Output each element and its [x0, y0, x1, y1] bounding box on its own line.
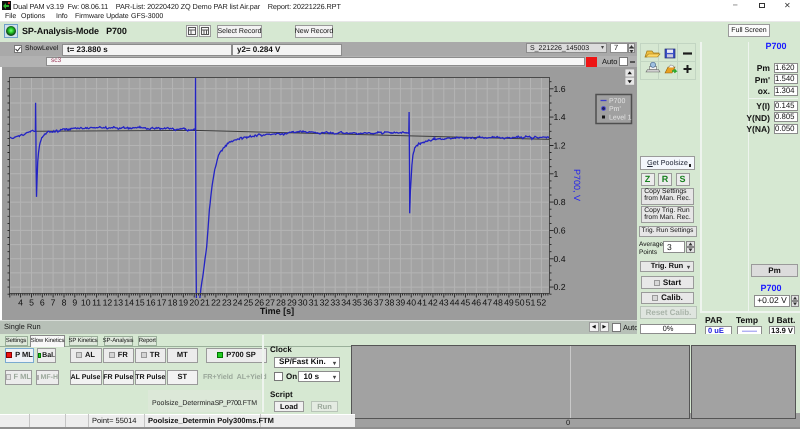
svg-text:45: 45	[461, 298, 471, 308]
svg-text:49: 49	[504, 298, 514, 308]
svg-text:15: 15	[135, 298, 145, 308]
svg-text:0.8: 0.8	[554, 197, 566, 207]
svg-text:30: 30	[298, 298, 308, 308]
svg-text:44: 44	[450, 298, 460, 308]
svg-text:0.6: 0.6	[554, 225, 566, 235]
svg-text:47: 47	[482, 298, 492, 308]
svg-text:51: 51	[526, 298, 536, 308]
svg-text:Time [s]: Time [s]	[260, 306, 294, 316]
svg-text:41: 41	[417, 298, 427, 308]
svg-text:0.4: 0.4	[554, 254, 566, 264]
svg-text:36: 36	[363, 298, 373, 308]
svg-text:18: 18	[168, 298, 178, 308]
svg-text:32: 32	[320, 298, 330, 308]
svg-text:14: 14	[124, 298, 134, 308]
svg-text:1: 1	[554, 169, 559, 179]
svg-text:20: 20	[189, 298, 199, 308]
svg-text:13: 13	[113, 298, 123, 308]
svg-text:31: 31	[309, 298, 319, 308]
svg-text:1.2: 1.2	[554, 141, 566, 151]
svg-text:7: 7	[51, 298, 56, 308]
svg-text:24: 24	[233, 298, 243, 308]
svg-text:16: 16	[146, 298, 156, 308]
svg-text:10: 10	[81, 298, 91, 308]
svg-text:19: 19	[178, 298, 188, 308]
svg-text:1.4: 1.4	[554, 112, 566, 122]
svg-text:P700, V: P700, V	[572, 169, 582, 201]
svg-text:37: 37	[374, 298, 384, 308]
svg-text:38: 38	[385, 298, 395, 308]
svg-text:Level 1: Level 1	[609, 114, 632, 122]
svg-text:5: 5	[29, 298, 34, 308]
svg-text:11: 11	[92, 298, 101, 308]
svg-text:50: 50	[515, 298, 525, 308]
svg-text:46: 46	[471, 298, 481, 308]
svg-text:40: 40	[406, 298, 416, 308]
svg-text:25: 25	[244, 298, 254, 308]
svg-text:8: 8	[62, 298, 67, 308]
svg-text:12: 12	[103, 298, 113, 308]
svg-text:22: 22	[211, 298, 221, 308]
svg-text:39: 39	[396, 298, 406, 308]
svg-text:43: 43	[439, 298, 449, 308]
svg-text:6: 6	[40, 298, 45, 308]
svg-text:52: 52	[537, 298, 547, 308]
svg-text:35: 35	[352, 298, 362, 308]
svg-text:17: 17	[157, 298, 167, 308]
svg-text:0.2: 0.2	[554, 282, 566, 292]
svg-text:4: 4	[18, 298, 23, 308]
svg-text:23: 23	[222, 298, 232, 308]
svg-text:9: 9	[72, 298, 77, 308]
svg-text:Pm': Pm'	[609, 106, 621, 113]
svg-text:42: 42	[428, 298, 438, 308]
svg-text:34: 34	[341, 298, 351, 308]
svg-text:21: 21	[200, 298, 210, 308]
svg-text:33: 33	[330, 298, 340, 308]
svg-text:P700: P700	[609, 98, 625, 105]
svg-text:1.6: 1.6	[554, 84, 566, 94]
svg-text:48: 48	[493, 298, 503, 308]
